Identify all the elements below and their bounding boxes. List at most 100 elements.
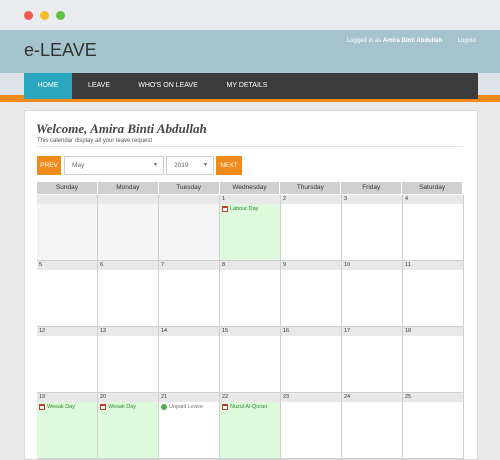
calendar-day-cell[interactable]: 25 — [403, 393, 464, 459]
day-number: 5 — [37, 261, 97, 270]
month-select[interactable]: May ▼ — [64, 156, 164, 175]
chevron-down-icon: ▼ — [203, 162, 208, 168]
logout-link[interactable]: Logout — [458, 38, 476, 44]
page-title: Welcome, Amira Binti Abdullah — [36, 121, 207, 136]
weekday-label: Wednesday — [219, 182, 281, 194]
next-button[interactable]: NEXT — [216, 156, 242, 175]
calendar-day-cell[interactable]: 11 — [403, 261, 464, 327]
calendar-weekday-header: Sunday Monday Tuesday Wednesday Thursday… — [37, 182, 464, 194]
calendar-day-cell[interactable]: 22 Nuzul Al-Quran — [220, 393, 281, 459]
holiday-event[interactable]: Wesak Day — [100, 404, 158, 410]
calendar-day-cell[interactable]: 7 — [159, 261, 220, 327]
day-number: 3 — [342, 195, 402, 204]
calendar-day-cell[interactable]: 14 — [159, 327, 220, 393]
event-label: Nuzul Al-Quran — [230, 404, 268, 410]
day-number: 22 — [220, 393, 280, 402]
calendar-day-cell[interactable]: 18 — [403, 327, 464, 393]
calendar-day-cell[interactable]: 8 — [220, 261, 281, 327]
day-number: 8 — [220, 261, 280, 270]
login-status: Logged in as Amira Binti Abdullah — [347, 38, 442, 44]
site-logo[interactable]: e-LEAVE — [24, 40, 97, 61]
leave-event[interactable]: Unpaid Leave — [161, 404, 219, 410]
calendar-week: 19 Wesak Day 20 Wesak Day 21 Unpaid Leave 22 Nu… — [37, 393, 464, 459]
status-dot-icon — [161, 404, 167, 410]
calendar-day-cell[interactable]: 19 Wesak Day — [37, 393, 98, 459]
day-number — [159, 195, 219, 204]
event-label: Unpaid Leave — [169, 404, 203, 410]
calendar-week: 12 13 14 15 16 17 18 — [37, 327, 464, 393]
calendar-icon — [222, 206, 228, 212]
calendar-day-cell[interactable]: 20 Wesak Day — [98, 393, 159, 459]
day-number: 7 — [159, 261, 219, 270]
minimize-window-button[interactable] — [40, 11, 49, 20]
holiday-event[interactable]: Labour Day — [222, 206, 280, 212]
day-number: 24 — [342, 393, 402, 402]
calendar-icon — [222, 404, 228, 410]
calendar-day-cell[interactable]: 9 — [281, 261, 342, 327]
nav-leave[interactable]: LEAVE — [76, 73, 122, 99]
calendar-day-cell[interactable]: 23 — [281, 393, 342, 459]
weekday-label: Saturday — [402, 182, 464, 194]
calendar-day-cell[interactable]: 1 Labour Day — [220, 195, 281, 261]
prev-button[interactable]: PREV — [37, 156, 61, 175]
calendar-day-cell[interactable]: 17 — [342, 327, 403, 393]
day-number: 21 — [159, 393, 219, 402]
login-prefix: Logged in as — [346, 38, 382, 44]
calendar-week: 1 Labour Day 2 3 4 — [37, 195, 464, 261]
calendar-day-cell[interactable]: 10 — [342, 261, 403, 327]
day-number: 6 — [98, 261, 158, 270]
maximize-window-button[interactable] — [56, 11, 65, 20]
event-label: Wesak Day — [47, 404, 76, 410]
calendar-day-cell[interactable]: 2 — [281, 195, 342, 261]
holiday-event[interactable]: Wesak Day — [39, 404, 97, 410]
calendar-day-cell[interactable]: 24 — [342, 393, 403, 459]
day-number — [98, 195, 158, 204]
day-number — [37, 195, 97, 204]
holiday-event[interactable]: Nuzul Al-Quran — [222, 404, 280, 410]
calendar-day-cell[interactable]: 4 — [403, 195, 464, 261]
event-label: Wesak Day — [108, 404, 137, 410]
nav-my-details[interactable]: MY DETAILS — [214, 73, 280, 99]
weekday-label: Sunday — [37, 182, 98, 194]
day-number: 10 — [342, 261, 402, 270]
day-number: 15 — [220, 327, 280, 336]
calendar-day-cell[interactable] — [37, 195, 98, 261]
day-number: 9 — [281, 261, 341, 270]
calendar-day-cell[interactable]: 15 — [220, 327, 281, 393]
divider — [36, 146, 463, 147]
calendar-icon — [100, 404, 106, 410]
day-number: 11 — [403, 261, 463, 270]
year-select[interactable]: 2019 ▼ — [166, 156, 214, 175]
day-number: 12 — [37, 327, 97, 336]
day-number: 13 — [98, 327, 158, 336]
chevron-down-icon: ▼ — [153, 162, 158, 168]
day-number: 19 — [37, 393, 97, 402]
nav-home[interactable]: HOME — [24, 73, 72, 99]
user-name: Amira Binti Abdullah — [382, 38, 442, 44]
day-number: 23 — [281, 393, 341, 402]
calendar-icon — [39, 404, 45, 410]
calendar-day-cell[interactable]: 12 — [37, 327, 98, 393]
nav-whos-on-leave[interactable]: WHO'S ON LEAVE — [128, 73, 208, 99]
event-label: Labour Day — [230, 206, 259, 212]
calendar-day-cell[interactable] — [98, 195, 159, 261]
leave-calendar: Sunday Monday Tuesday Wednesday Thursday… — [37, 182, 464, 459]
day-number: 4 — [403, 195, 463, 204]
month-select-value: May — [72, 162, 85, 169]
calendar-day-cell[interactable]: 5 — [37, 261, 98, 327]
calendar-day-cell[interactable]: 21 Unpaid Leave — [159, 393, 220, 459]
calendar-week: 5 6 7 8 9 10 11 — [37, 261, 464, 327]
window-titlebar — [0, 0, 500, 30]
weekday-label: Thursday — [280, 182, 342, 194]
calendar-day-cell[interactable]: 16 — [281, 327, 342, 393]
day-number: 14 — [159, 327, 219, 336]
day-number: 1 — [220, 195, 280, 204]
calendar-day-cell[interactable]: 3 — [342, 195, 403, 261]
main-nav: HOME LEAVE WHO'S ON LEAVE MY DETAILS — [24, 73, 478, 99]
calendar-day-cell[interactable]: 6 — [98, 261, 159, 327]
calendar-day-cell[interactable]: 13 — [98, 327, 159, 393]
day-number: 18 — [403, 327, 463, 336]
day-number: 20 — [98, 393, 158, 402]
close-window-button[interactable] — [24, 11, 33, 20]
calendar-day-cell[interactable] — [159, 195, 220, 261]
